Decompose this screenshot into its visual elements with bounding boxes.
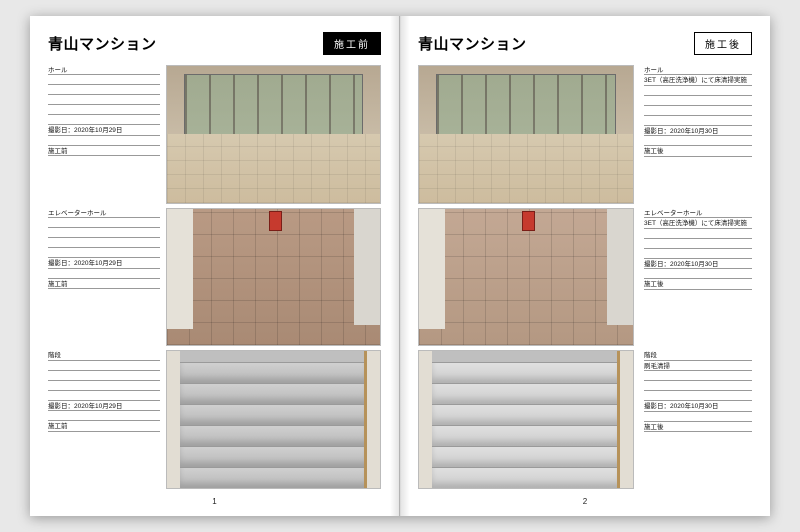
stair-flight-icon (180, 362, 367, 488)
info-line (644, 249, 752, 259)
page-number: 2 (418, 497, 752, 506)
page-spread: 青山マンション 施工前 ホール 撮影日：2020年10月29日 施工前 (30, 16, 770, 516)
info-line (644, 391, 752, 401)
info-line (644, 412, 752, 422)
report-row: ホール 3ET（高圧洗浄機）にて床清掃実施 撮影日：2020年10月30日 施工… (418, 65, 752, 204)
info-line: 階段 (644, 350, 752, 360)
report-photo-elevator-after (418, 208, 634, 347)
info-line (644, 96, 752, 106)
report-row: エレベーターホール 3ET（高圧洗浄機）にて床清掃実施 撮影日：2020年10月… (418, 208, 752, 347)
status-badge-after: 施工後 (694, 32, 752, 55)
report-row: ホール 撮影日：2020年10月29日 施工前 (48, 65, 381, 204)
info-line (48, 381, 160, 391)
page-right: 青山マンション 施工後 ホール 3ET（高圧洗浄機）にて床清掃実施 撮影日：20… (400, 16, 770, 516)
info-line (48, 105, 160, 115)
report-row: 階段 撮影日：2020年10月29日 施工前 (48, 350, 381, 489)
info-line (48, 75, 160, 85)
info-line (644, 86, 752, 96)
info-line (48, 115, 160, 125)
info-line (48, 228, 160, 238)
info-line: 撮影日：2020年10月30日 (644, 126, 752, 136)
info-line: 撮影日：2020年10月30日 (644, 401, 752, 411)
info-line (644, 136, 752, 146)
info-line (48, 218, 160, 228)
info-line: 撮影日：2020年10月29日 (48, 125, 160, 135)
report-info: 階段 刷毛清掃 撮影日：2020年10月30日 施工後 (640, 350, 752, 489)
info-line: 階段 (48, 350, 160, 360)
report-photo-stairs-before (166, 350, 381, 489)
info-line: 撮影日：2020年10月29日 (48, 401, 160, 411)
info-line: 刷毛清掃 (644, 361, 752, 371)
page-title: 青山マンション (48, 33, 157, 54)
info-line (48, 269, 160, 279)
report-info: ホール 撮影日：2020年10月29日 施工前 (48, 65, 160, 204)
status-badge-before: 施工前 (323, 32, 381, 55)
fire-extinguisher-icon (269, 211, 282, 230)
info-line: エレベーターホール (644, 208, 752, 218)
info-line (644, 371, 752, 381)
info-line (644, 116, 752, 126)
report-info: エレベーターホール 撮影日：2020年10月29日 施工前 (48, 208, 160, 347)
page-title: 青山マンション (418, 33, 527, 54)
report-photo-hall-after (418, 65, 634, 204)
page-left: 青山マンション 施工前 ホール 撮影日：2020年10月29日 施工前 (30, 16, 400, 516)
info-line (48, 411, 160, 421)
info-line (48, 85, 160, 95)
info-line: 施工後 (644, 146, 752, 156)
report-info: エレベーターホール 3ET（高圧洗浄機）にて床清掃実施 撮影日：2020年10月… (640, 208, 752, 347)
info-line: 施工後 (644, 422, 752, 432)
info-line: ホール (48, 65, 160, 75)
info-line (48, 371, 160, 381)
info-line (644, 269, 752, 279)
info-line (48, 361, 160, 371)
page-header: 青山マンション 施工後 (418, 32, 752, 55)
planter-box-icon (513, 134, 539, 150)
bench-icon (316, 140, 363, 148)
page-header: 青山マンション 施工前 (48, 32, 381, 55)
report-photo-hall-before (166, 65, 381, 204)
fire-extinguisher-icon (522, 211, 535, 230)
info-line: エレベーターホール (48, 208, 160, 218)
report-row: エレベーターホール 撮影日：2020年10月29日 施工前 (48, 208, 381, 347)
planter-box-icon (261, 134, 287, 150)
info-line: 施工後 (644, 279, 752, 289)
report-row: 階段 刷毛清掃 撮影日：2020年10月30日 施工後 (418, 350, 752, 489)
info-line (48, 248, 160, 258)
report-photo-stairs-after (418, 350, 634, 489)
bench-icon (569, 140, 616, 148)
info-line (644, 381, 752, 391)
info-line: 撮影日：2020年10月29日 (48, 258, 160, 268)
info-line (644, 239, 752, 249)
info-line: 3ET（高圧洗浄機）にて床清掃実施 (644, 75, 752, 85)
info-line (48, 136, 160, 146)
info-line (48, 391, 160, 401)
info-line: 3ET（高圧洗浄機）にて床清掃実施 (644, 218, 752, 228)
stair-flight-icon (432, 362, 620, 488)
info-line: 施工前 (48, 421, 160, 431)
info-line: 撮影日：2020年10月30日 (644, 259, 752, 269)
report-photo-elevator-before (166, 208, 381, 347)
report-info: 階段 撮影日：2020年10月29日 施工前 (48, 350, 160, 489)
info-line: 施工前 (48, 279, 160, 289)
page-number: 1 (48, 497, 381, 506)
info-line (644, 229, 752, 239)
info-line (48, 95, 160, 105)
info-line (644, 106, 752, 116)
info-line (48, 238, 160, 248)
info-line: ホール (644, 65, 752, 75)
report-info: ホール 3ET（高圧洗浄機）にて床清掃実施 撮影日：2020年10月30日 施工… (640, 65, 752, 204)
info-line: 施工前 (48, 146, 160, 156)
